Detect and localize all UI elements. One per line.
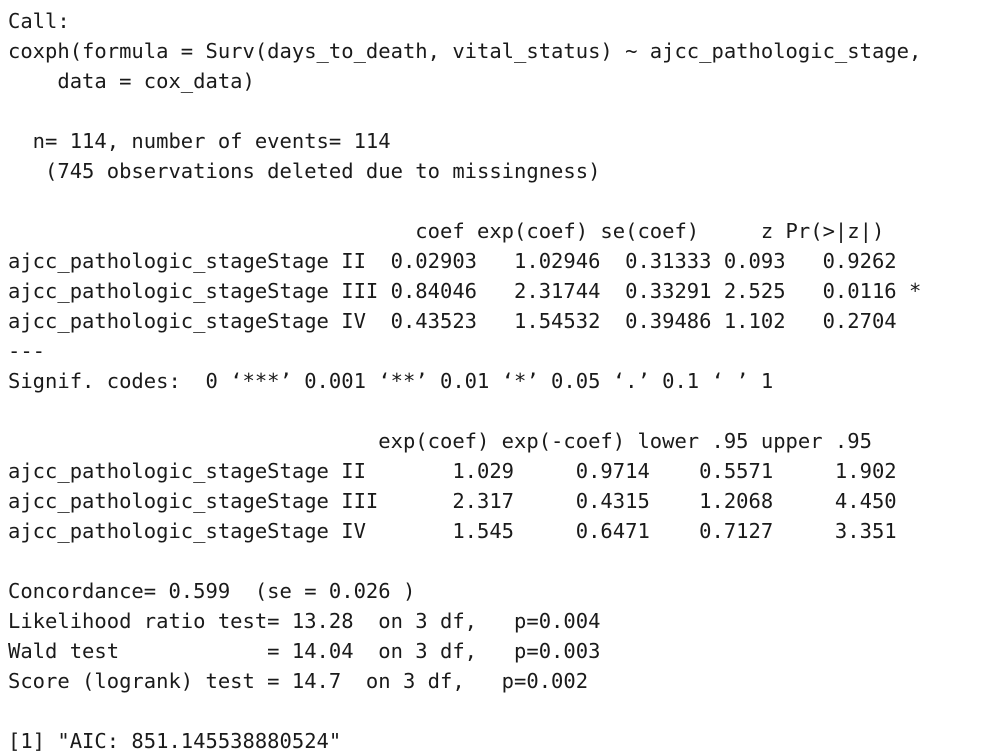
- separator-line: ---: [8, 339, 46, 363]
- wald-test-line: Wald test = 14.04 on 3 df, p=0.003: [8, 639, 601, 663]
- events-summary: n= 114, number of events= 114: [8, 129, 391, 153]
- ci-table-header: exp(coef) exp(-coef) lower .95 upper .95: [8, 429, 872, 453]
- ci-table-row: ajcc_pathologic_stageStage IV 1.545 0.64…: [8, 519, 897, 543]
- aic-output-line: [1] "AIC: 851.145538880524": [8, 729, 342, 753]
- coef-table-row: ajcc_pathologic_stageStage II 0.02903 1.…: [8, 249, 897, 273]
- likelihood-ratio-line: Likelihood ratio test= 13.28 on 3 df, p=…: [8, 609, 601, 633]
- coef-table-row: ajcc_pathologic_stageStage IV 0.43523 1.…: [8, 309, 897, 333]
- call-header: Call:: [8, 9, 70, 33]
- score-test-line: Score (logrank) test = 14.7 on 3 df, p=0…: [8, 669, 589, 693]
- coef-table-header: coef exp(coef) se(coef) z Pr(>|z|): [8, 219, 885, 243]
- signif-codes-legend: Signif. codes: 0 ‘***’ 0.001 ‘**’ 0.01 ‘…: [8, 369, 774, 393]
- call-data-line: data = cox_data): [8, 69, 255, 93]
- ci-table-row: ajcc_pathologic_stageStage II 1.029 0.97…: [8, 459, 897, 483]
- coef-table-row: ajcc_pathologic_stageStage III 0.84046 2…: [8, 279, 922, 303]
- missingness-note: (745 observations deleted due to missing…: [8, 159, 601, 183]
- concordance-line: Concordance= 0.599 (se = 0.026 ): [8, 579, 416, 603]
- r-console-output: Call: coxph(formula = Surv(days_to_death…: [8, 0, 984, 756]
- call-formula-line: coxph(formula = Surv(days_to_death, vita…: [8, 39, 922, 63]
- ci-table-row: ajcc_pathologic_stageStage III 2.317 0.4…: [8, 489, 897, 513]
